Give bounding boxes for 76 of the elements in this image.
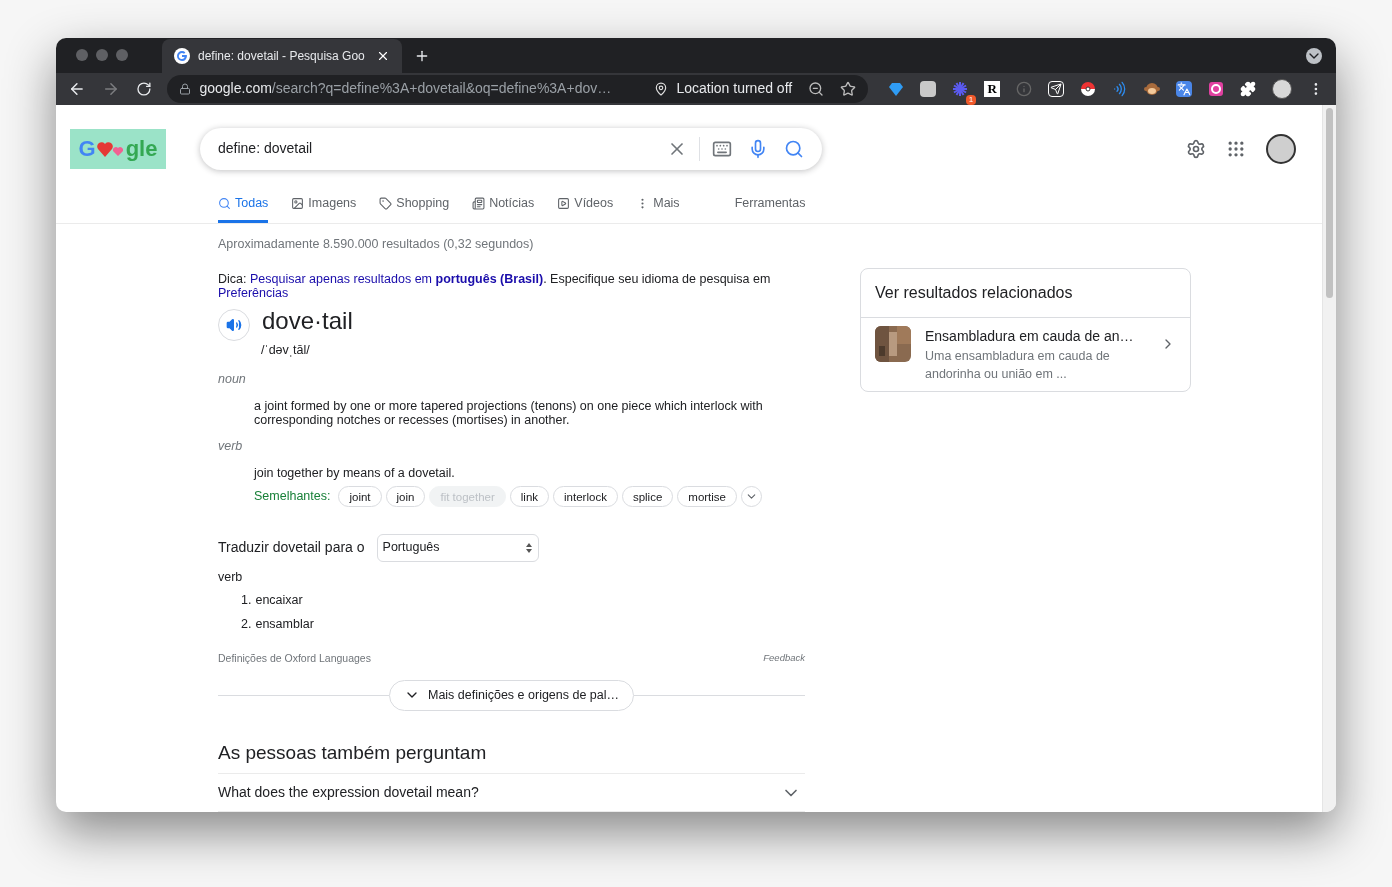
- nav-tab[interactable]: Mais: [636, 193, 680, 223]
- translate-icon[interactable]: [1176, 80, 1193, 97]
- related-title: Ver resultados relacionados: [861, 268, 1190, 318]
- list-number: 1.: [241, 592, 252, 610]
- hearts-icon: [95, 139, 126, 158]
- zoom-window-button[interactable]: [116, 48, 128, 61]
- avatar[interactable]: [1272, 78, 1293, 99]
- list-number: 2.: [241, 616, 252, 633]
- play-icon: [557, 196, 571, 210]
- nav-tab[interactable]: Todas: [218, 193, 269, 223]
- reload-icon[interactable]: [135, 80, 152, 97]
- extensions-icon[interactable]: [1240, 80, 1257, 97]
- translation-pos: verb: [218, 568, 244, 586]
- language-select[interactable]: Português: [376, 533, 539, 562]
- bookmark-icon[interactable]: [840, 80, 857, 97]
- tab-title: define: dovetail - Pesquisa Goo: [198, 48, 366, 66]
- tab-search-icon[interactable]: [1306, 48, 1322, 65]
- preferences-link[interactable]: Preferências: [218, 286, 289, 301]
- ball-icon[interactable]: [1080, 80, 1097, 97]
- tag-icon: [379, 196, 393, 210]
- settings-icon[interactable]: [1186, 138, 1206, 159]
- related-title-text: Ensambladura em cauda de an…: [925, 326, 1135, 346]
- avatar[interactable]: [1266, 133, 1296, 164]
- nav-tab[interactable]: Notícias: [472, 193, 535, 223]
- logo-text: G: [78, 135, 96, 163]
- close-window-button[interactable]: [76, 48, 88, 61]
- google-favicon: [174, 48, 190, 65]
- definition: join together by means of a dovetail.: [254, 465, 456, 480]
- nav-tab[interactable]: Vídeos: [557, 193, 614, 223]
- related-result[interactable]: Ensambladura em cauda de an… Uma ensambladura em cauda de andorinha ou união em ...: [861, 317, 1190, 391]
- location-icon: [654, 81, 669, 96]
- source-credit: Definições de Oxford Languages: [218, 650, 371, 666]
- zoom-out-icon[interactable]: [808, 80, 825, 97]
- url-text: google.com/search?q=define%3A+dovetail&oq=define%3A+dov…: [199, 79, 612, 99]
- address-bar[interactable]: google.com/search?q=define%3A+dovetail&oq=define%3A+dov… Location turned off: [167, 74, 869, 103]
- nav-tab[interactable]: Imagens: [291, 193, 357, 223]
- feedback-link[interactable]: Feedback: [763, 650, 805, 667]
- question-row[interactable]: What does the expression dovetail mean?: [218, 773, 805, 812]
- gem-icon[interactable]: [888, 80, 905, 97]
- translation: encaixar: [255, 592, 303, 610]
- speaker-icon: [226, 317, 242, 334]
- search-icon: [218, 196, 231, 210]
- logo-text: gle: [125, 135, 158, 163]
- send-icon[interactable]: [1048, 80, 1065, 97]
- scrollbar-thumb[interactable]: [1326, 107, 1333, 298]
- translation: ensamblar: [255, 616, 314, 633]
- part-of-speech: verb: [218, 437, 244, 455]
- search-field[interactable]: define: dovetail: [200, 127, 822, 170]
- microphone-icon[interactable]: [748, 138, 768, 159]
- location-chip[interactable]: Location turned off: [676, 78, 793, 100]
- m-tile-icon[interactable]: [920, 80, 937, 97]
- newspaper-icon: [472, 196, 486, 210]
- image-icon: [291, 196, 305, 210]
- headword: dove·tail: [262, 306, 353, 337]
- similar-label: Semelhantes:: [254, 487, 331, 505]
- burst-icon[interactable]: [952, 80, 969, 97]
- browser-tab[interactable]: define: dovetail - Pesquisa Goo: [162, 39, 402, 74]
- search-icon[interactable]: [784, 138, 804, 159]
- nav-tab[interactable]: Shopping: [379, 193, 450, 223]
- ring-icon[interactable]: [1208, 80, 1225, 97]
- letter-extension[interactable]: R: [984, 80, 1001, 97]
- phonetic: /ˈdəvˌtāl/: [261, 342, 311, 360]
- minimize-window-button[interactable]: [96, 48, 108, 61]
- definition: a joint formed by one or more tapered projections (tenons) on one piece which interlock with corresponding notches or recesses (mortises) in another.: [254, 398, 764, 427]
- result-stats: Aproximadamente 8.590.000 resultados (0,32 segundos): [218, 235, 535, 253]
- monkey-icon[interactable]: [1144, 80, 1161, 97]
- part-of-speech: noun: [218, 371, 247, 388]
- select-arrows-icon: [524, 541, 533, 554]
- related-snippet: Uma ensambladura em cauda de andorinha ou união em ...: [925, 347, 1111, 383]
- lock-icon: [179, 82, 192, 95]
- search-query: define: dovetail: [218, 139, 314, 158]
- language-tip: Dica: Pesquisar apenas resultados em português (Brasil). Especifique seu idioma de pesquisa em Preferências: [218, 272, 772, 301]
- tools-button[interactable]: Ferramentas: [734, 193, 806, 223]
- badge: 1: [965, 94, 977, 105]
- section-heading: As pessoas também perguntam: [218, 740, 488, 765]
- translate-label: Traduzir dovetail para o: [218, 538, 365, 557]
